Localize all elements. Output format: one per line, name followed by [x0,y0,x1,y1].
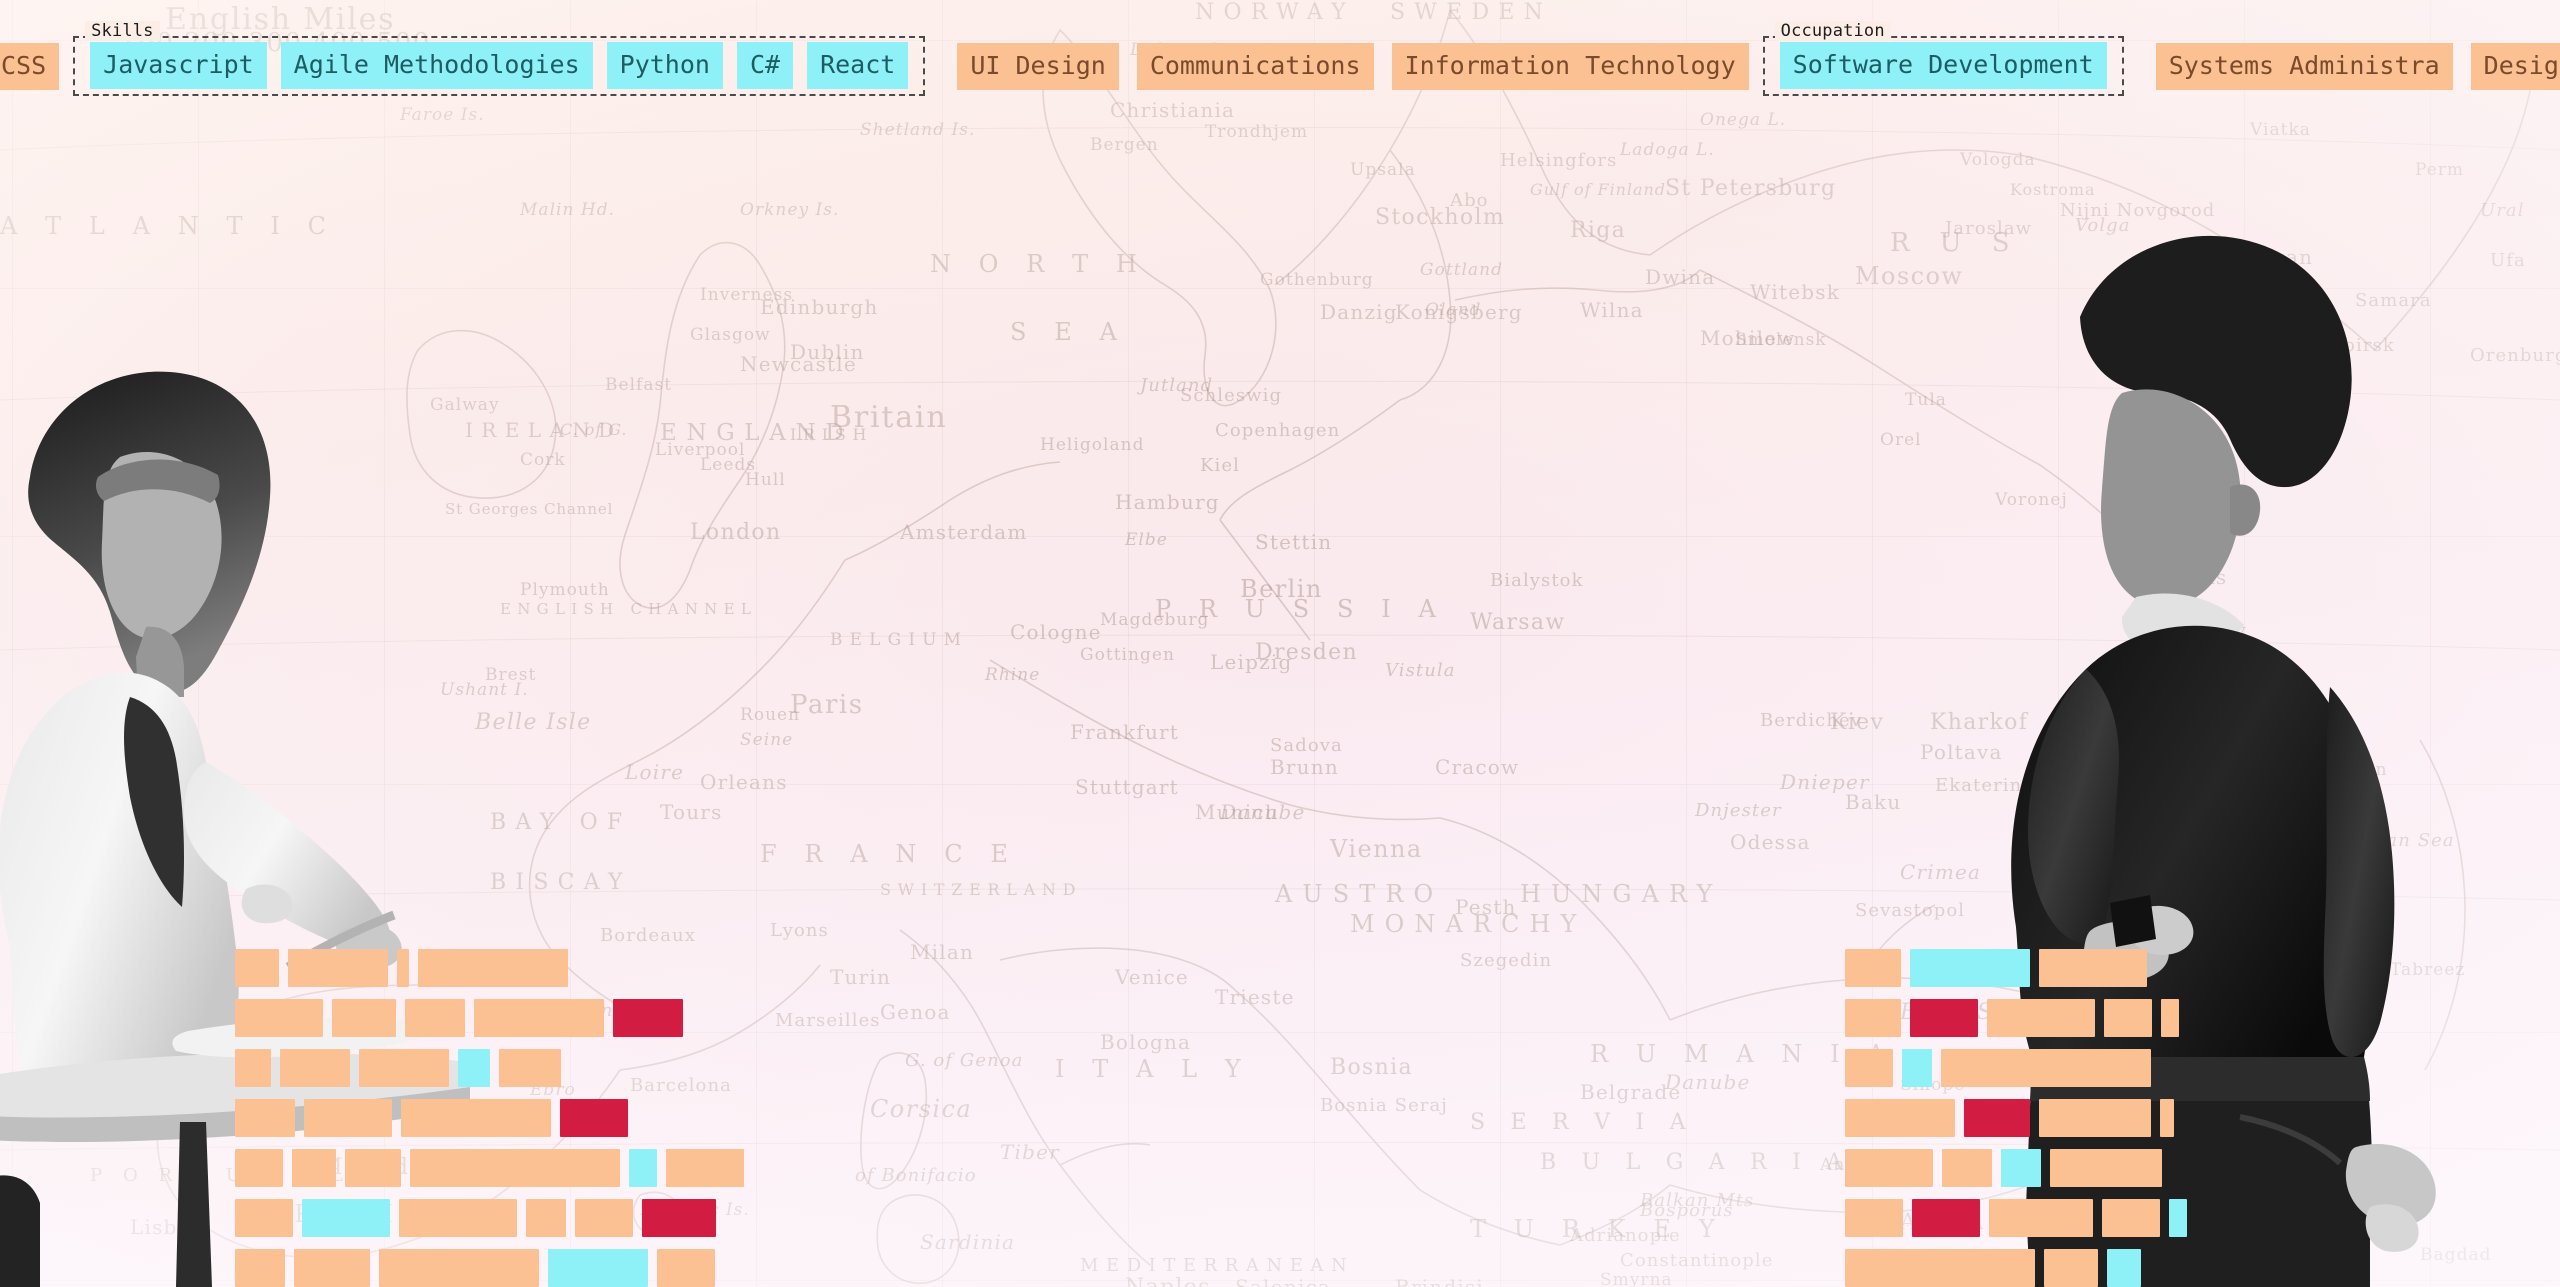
redacted-text-row [1845,1149,2405,1187]
redacted-text-row [235,1149,795,1187]
redacted-text-chunk [2102,1199,2160,1237]
redacted-text-chunk [345,1149,401,1187]
redacted-text-chunk [418,949,568,987]
redacted-text-chunk [397,949,409,987]
redacted-text-chunk [410,1149,620,1187]
redacted-text-chunk [613,999,683,1037]
tag-react[interactable]: React [807,42,909,89]
redacted-text-chunk [359,1049,449,1087]
redacted-text-chunk [1845,1099,1955,1137]
redacted-text-chunk [1845,1199,1903,1237]
redacted-text-chunk [2104,999,2152,1037]
redacted-text-chunk [1845,1249,2035,1287]
redacted-text-chunk [294,1249,370,1287]
redacted-text-chunk [235,1199,293,1237]
redacted-text-row [1845,1199,2405,1237]
redacted-text-chunk [2050,1149,2162,1187]
redacted-text-chunk [2044,1249,2098,1287]
redacted-text-chunk [2107,1249,2141,1287]
redacted-text-chunk [526,1199,566,1237]
redacted-text-chunk [2161,999,2179,1037]
redacted-text-chunk [292,1149,336,1187]
redacted-text-chunk [2169,1199,2187,1237]
redacted-text-chunk [629,1149,657,1187]
redacted-text-chunk [642,1199,716,1237]
redacted-text-chunk [1941,1049,2151,1087]
redacted-text-chunk [2039,949,2147,987]
redacted-text-chunk [575,1199,633,1237]
redacted-text-chunk [560,1099,628,1137]
tag-agile-methodologies[interactable]: Agile Methodologies [280,42,593,89]
tag-javascript[interactable]: Javascript [90,42,267,89]
redacted-text-row [235,1049,795,1087]
redacted-text-row [1845,1049,2405,1087]
tag-communications[interactable]: Communications [1136,42,1374,90]
tag-c[interactable]: C# [736,42,794,89]
redacted-text-chunk [1942,1149,1992,1187]
tag-information-technology[interactable]: Information Technology [1391,42,1749,90]
redacted-text-chunk [235,1249,285,1287]
redacted-text-chunk [2001,1149,2041,1187]
redacted-text-chunk [499,1049,561,1087]
tag-systems-administra[interactable]: Systems Administra [2155,42,2453,90]
tag-design[interactable]: Design [2470,42,2560,90]
redacted-text-chunk [1845,999,1901,1037]
redacted-text-chunk [1910,999,1978,1037]
screenshot-stage: English Miles100 200 300 400 500NORWAYSW… [0,0,2560,1287]
redacted-text-row [235,999,795,1037]
redacted-text-chunk [280,1049,350,1087]
left-text-block [235,949,795,1287]
redacted-text-row [1845,1099,2405,1137]
redacted-text-row [235,1199,795,1237]
redacted-text-chunk [1987,999,2095,1037]
redacted-text-row [1845,949,2405,987]
skills-group-box: Skills Javascript Agile Methodologies Pytho… [73,21,926,96]
redacted-text-row [1845,1249,2405,1287]
redacted-text-chunk [235,1149,283,1187]
redacted-text-chunk [1845,949,1901,987]
redacted-text-chunk [1989,1199,2093,1237]
redacted-text-chunk [399,1199,517,1237]
redacted-text-chunk [235,1049,271,1087]
redacted-text-chunk [379,1249,539,1287]
redacted-text-chunk [401,1099,551,1137]
redacted-text-chunk [1845,1049,1893,1087]
redacted-text-chunk [2160,1099,2174,1137]
redacted-text-chunk [458,1049,490,1087]
redacted-text-chunk [235,1099,295,1137]
redacted-text-chunk [235,949,279,987]
redacted-text-chunk [235,999,323,1037]
redacted-text-chunk [666,1149,744,1187]
redacted-text-chunk [332,999,396,1037]
redacted-text-chunk [405,999,465,1037]
right-text-block [1845,949,2405,1287]
redacted-text-chunk [1964,1099,2030,1137]
tag-ui-design[interactable]: UI Design [957,42,1119,90]
skills-group-label: Skills [85,21,160,41]
annotation-tag-strip[interactable]: CSS Skills Javascript Agile Methodologies Py… [0,21,2560,96]
redacted-text-chunk [1910,949,2030,987]
redacted-text-chunk [548,1249,648,1287]
redacted-text-chunk [657,1249,715,1287]
redacted-text-chunk [1902,1049,1932,1087]
redacted-text-row [1845,999,2405,1037]
redacted-text-row [235,1099,795,1137]
occupation-group-box: Occupation Software Development [1762,21,2124,96]
redacted-text-chunk [288,949,388,987]
redacted-text-chunk [474,999,604,1037]
tag-software-development[interactable]: Software Development [1779,42,2107,89]
redacted-text-chunk [302,1199,390,1237]
occupation-group-label: Occupation [1774,21,1891,41]
redacted-text-chunk [1912,1199,1980,1237]
redacted-text-chunk [2039,1099,2151,1137]
tag-css[interactable]: CSS [0,42,60,90]
redacted-text-chunk [304,1099,392,1137]
redacted-text-row [235,949,795,987]
redacted-text-chunk [1845,1149,1933,1187]
tag-python[interactable]: Python [606,42,723,89]
redacted-text-row [235,1249,795,1287]
